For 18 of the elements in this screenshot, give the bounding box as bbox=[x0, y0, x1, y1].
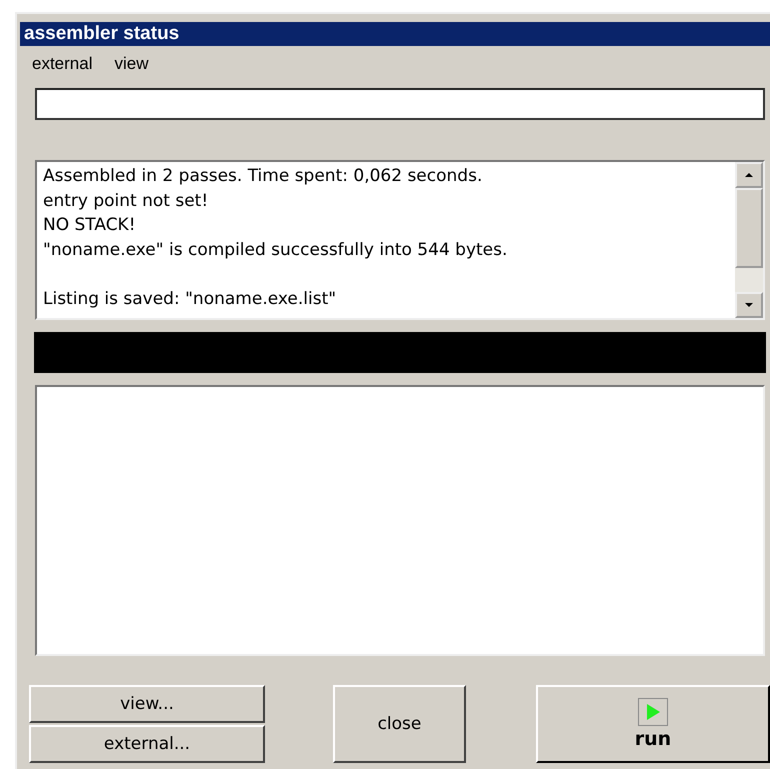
dialog-button[interactable]: view... bbox=[29, 685, 265, 723]
scroll-up-icon[interactable] bbox=[735, 162, 763, 188]
log-line: NO STACK! bbox=[43, 214, 137, 237]
window-title: assembler status bbox=[20, 22, 770, 46]
play-icon bbox=[638, 698, 668, 726]
dialog-button[interactable]: external... bbox=[29, 725, 265, 763]
log-line: Listing is saved: "noname.exe.list" bbox=[43, 288, 338, 310]
menu-item[interactable]: view bbox=[114, 54, 148, 78]
close-button[interactable]: close bbox=[333, 685, 466, 763]
scrollbar[interactable] bbox=[735, 162, 763, 318]
scroll-down-icon[interactable] bbox=[735, 292, 763, 318]
menu-item[interactable]: external bbox=[32, 54, 92, 78]
log-line: Assembled in 2 passes. Time spent: 0,062 seconds. bbox=[43, 165, 484, 188]
log-line: entry point not set! bbox=[43, 190, 210, 212]
input-field[interactable] bbox=[35, 88, 765, 120]
run-button[interactable]: run bbox=[536, 685, 770, 763]
log-line: "noname.exe" is compiled successfully into 544 bytes. bbox=[43, 238, 508, 262]
scroll-thumb[interactable] bbox=[735, 188, 763, 268]
